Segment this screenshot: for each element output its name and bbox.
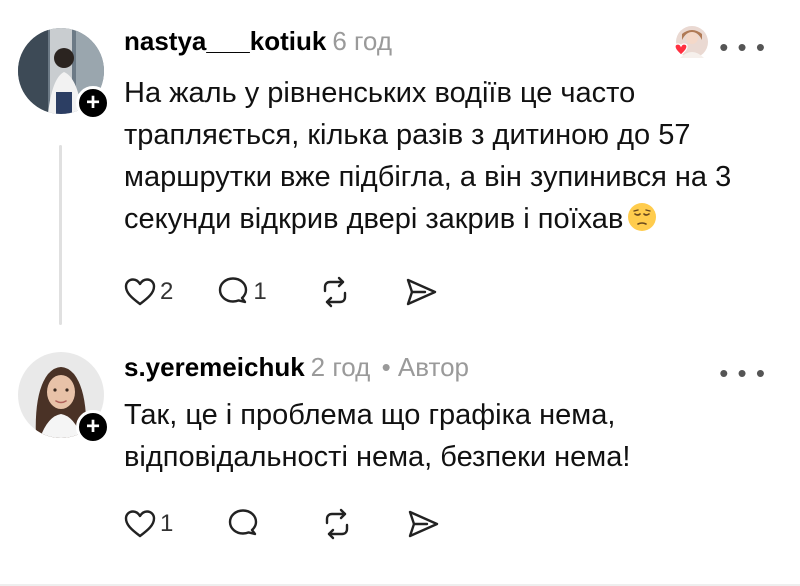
reply-count: 1	[253, 278, 267, 305]
comment-actions: 2 1	[122, 272, 459, 312]
repost-button[interactable]	[317, 272, 353, 312]
username[interactable]: nastya___kotiuk	[124, 26, 326, 56]
like-button[interactable]: 1	[122, 504, 173, 544]
more-dots-icon[interactable]: • • •	[719, 34, 766, 60]
user-avatar[interactable]: +	[18, 28, 110, 120]
comment-header: nastya___kotiuk 6 год	[124, 26, 392, 57]
follow-plus-icon[interactable]: +	[76, 410, 110, 444]
timestamp: 6 год	[332, 26, 392, 56]
repost-arrows-icon	[323, 276, 346, 308]
liked-by-author-avatar	[672, 24, 708, 60]
comment-text: Так, це і проблема що графіка нема, відп…	[124, 399, 631, 473]
like-button[interactable]: 2	[122, 272, 173, 312]
speech-bubble-icon	[229, 509, 258, 536]
like-count: 2	[160, 278, 174, 305]
comment-header: s.yeremeichuk 2 год • Автор	[124, 352, 469, 383]
send-icon	[409, 510, 439, 538]
follow-plus-icon[interactable]: +	[76, 86, 110, 120]
send-icon	[406, 278, 436, 306]
user-avatar[interactable]: +	[18, 352, 110, 444]
share-button[interactable]	[405, 504, 441, 544]
author-tag: • Автор	[381, 352, 470, 382]
reply-button[interactable]: 1	[215, 272, 267, 312]
more-dots-icon[interactable]: • • •	[719, 360, 766, 386]
username[interactable]: s.yeremeichuk	[124, 352, 305, 382]
comment-item: + nastya___kotiuk 6 год • • • На жаль у р…	[0, 0, 800, 340]
thread-connector-line	[59, 145, 62, 325]
like-count: 1	[160, 510, 174, 537]
repost-arrows-icon	[326, 508, 349, 540]
speech-bubble-icon	[219, 277, 248, 304]
timestamp: 2 год	[310, 352, 371, 382]
comment-actions: 1	[122, 504, 461, 544]
repost-button[interactable]	[319, 504, 355, 544]
pensive-face-icon	[628, 203, 657, 231]
reply-button[interactable]	[225, 504, 263, 544]
comment-item: + s.yeremeichuk 2 год • Автор • • • Так, …	[0, 340, 800, 586]
heart-outline-icon	[124, 278, 156, 306]
share-button[interactable]	[403, 272, 439, 312]
comment-text: На жаль у рівненських водіїв це часто тр…	[124, 77, 732, 235]
heart-outline-icon	[124, 510, 156, 538]
